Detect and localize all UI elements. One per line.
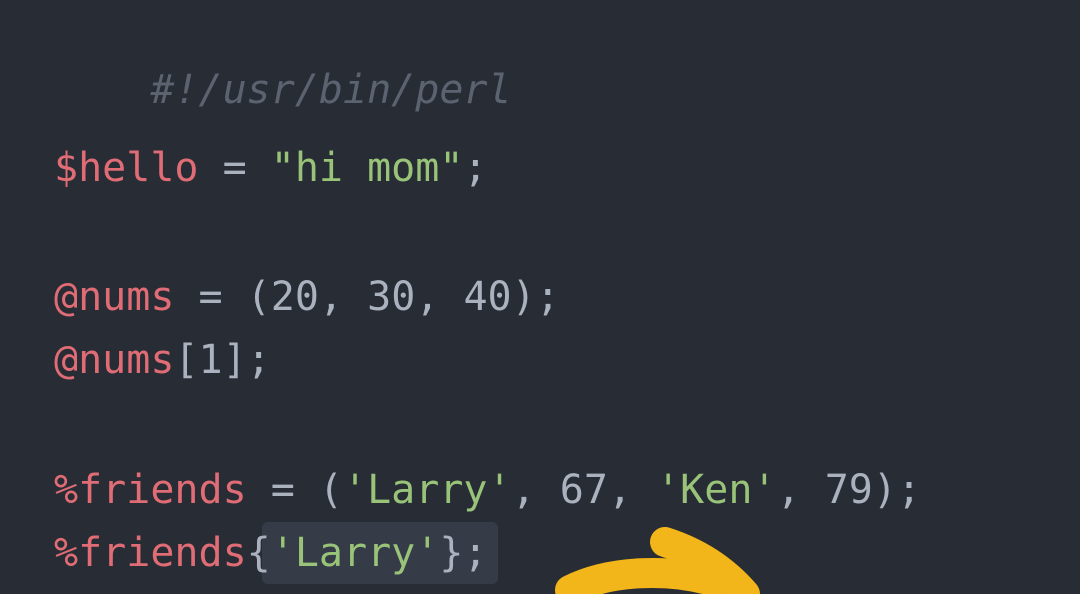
hash-variable: %friends xyxy=(54,467,247,513)
comma: , xyxy=(776,467,825,513)
open-brace: { xyxy=(246,530,271,576)
array-index: [1]; xyxy=(174,337,271,383)
array-variable: @nums xyxy=(54,274,175,320)
comma: , xyxy=(511,467,560,513)
code-editor[interactable]: #!/usr/bin/perl $hello = "hi mom"; @nums… xyxy=(0,0,1080,594)
code-line-nums-index: @nums[1]; xyxy=(54,335,271,385)
string-literal: "hi mom" xyxy=(270,145,464,191)
number-literal: 67 xyxy=(559,467,608,513)
open-paren: ( xyxy=(246,274,271,320)
semicolon: ; xyxy=(463,145,488,191)
string-literal: 'Ken' xyxy=(656,467,777,513)
code-line-friends-lookup: %friends{'Larry'}; xyxy=(54,528,488,578)
number-literal: 79 xyxy=(824,467,873,513)
array-variable: @nums xyxy=(54,337,175,383)
code-line-hello: $hello = "hi mom"; xyxy=(54,143,488,193)
semicolon: ; xyxy=(463,530,488,576)
hash-key-string: 'Larry' xyxy=(270,530,440,576)
assign-operator: = xyxy=(174,274,247,320)
number-literal: 20 xyxy=(270,274,319,320)
shebang-comment: #!/usr/bin/perl xyxy=(150,67,512,113)
string-literal: 'Larry' xyxy=(343,467,512,513)
code-line-nums-assign: @nums = (20, 30, 40); xyxy=(54,272,560,322)
code-line-friends-assign: %friends = ('Larry', 67, 'Ken', 79); xyxy=(54,465,921,515)
open-paren: ( xyxy=(318,467,343,513)
assign-operator: = xyxy=(246,467,319,513)
number-literal: 40 xyxy=(463,274,512,320)
scalar-variable: $hello xyxy=(54,145,199,191)
close-brace: } xyxy=(439,530,464,576)
number-literal: 30 xyxy=(367,274,416,320)
close-paren: ); xyxy=(872,467,922,513)
comma: , xyxy=(607,467,657,513)
comma: , xyxy=(318,274,368,320)
hash-variable: %friends xyxy=(54,530,247,576)
close-paren: ); xyxy=(511,274,560,320)
arrow-pointer-icon xyxy=(555,527,760,594)
assign-operator: = xyxy=(198,145,271,191)
comma: , xyxy=(415,274,464,320)
